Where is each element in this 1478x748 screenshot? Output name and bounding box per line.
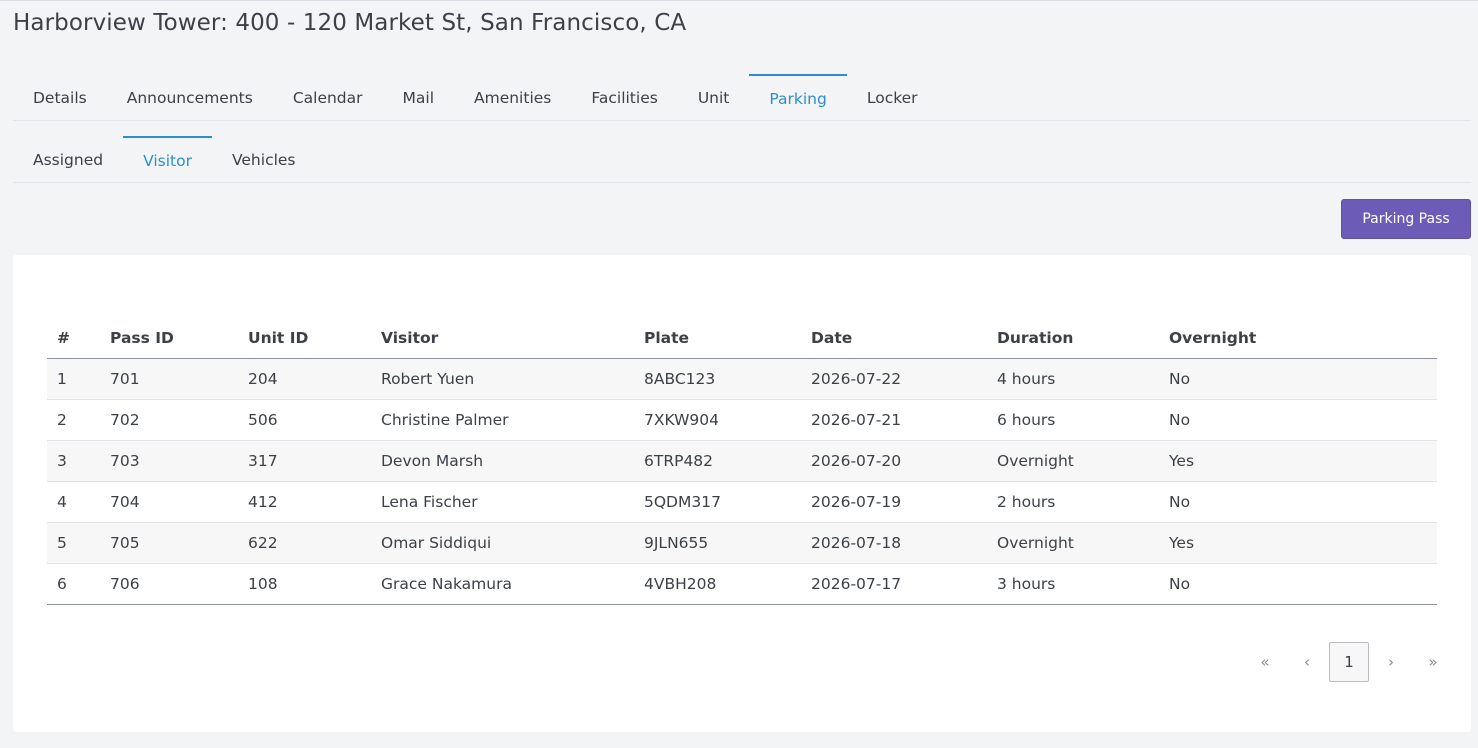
subtab-assigned[interactable]: Assigned xyxy=(13,136,123,182)
main-tab-bar: Details Announcements Calendar Mail Amen… xyxy=(13,74,1471,121)
tab-facilities[interactable]: Facilities xyxy=(571,74,677,120)
cell-unit-id: 506 xyxy=(238,399,371,441)
table-row[interactable]: 3 703 317 Devon Marsh 6TRP482 2026-07-20… xyxy=(47,440,1437,482)
cell-plate: 5QDM317 xyxy=(634,481,801,523)
cell-visitor: Grace Nakamura xyxy=(371,563,634,605)
cell-duration: 6 hours xyxy=(987,399,1159,441)
tab-amenities[interactable]: Amenities xyxy=(454,74,571,120)
top-divider xyxy=(0,0,1478,1)
subtab-vehicles[interactable]: Vehicles xyxy=(212,136,316,182)
cell-duration: 3 hours xyxy=(987,563,1159,605)
tab-locker[interactable]: Locker xyxy=(847,74,938,120)
cell-date: 2026-07-18 xyxy=(801,522,987,564)
cell-number: 2 xyxy=(47,399,100,441)
next-page-button[interactable]: › xyxy=(1371,642,1411,682)
cell-overnight: No xyxy=(1159,358,1437,400)
cell-date: 2026-07-22 xyxy=(801,358,987,400)
cell-date: 2026-07-20 xyxy=(801,440,987,482)
cell-visitor: Robert Yuen xyxy=(371,358,634,400)
cell-unit-id: 317 xyxy=(238,440,371,482)
cell-duration: 4 hours xyxy=(987,358,1159,400)
cell-visitor: Lena Fischer xyxy=(371,481,634,523)
cell-unit-id: 204 xyxy=(238,358,371,400)
cell-overnight: No xyxy=(1159,563,1437,605)
table-row[interactable]: 4 704 412 Lena Fischer 5QDM317 2026-07-1… xyxy=(47,481,1437,523)
cell-pass-id: 706 xyxy=(100,563,238,605)
cell-duration: 2 hours xyxy=(987,481,1159,523)
sub-tab-bar: Assigned Visitor Vehicles xyxy=(13,136,1471,183)
previous-page-button[interactable]: ‹ xyxy=(1287,642,1327,682)
column-header-visitor[interactable]: Visitor xyxy=(371,317,634,359)
column-header-number[interactable]: # xyxy=(47,317,100,359)
column-header-pass-id[interactable]: Pass ID xyxy=(100,317,238,359)
cell-number: 4 xyxy=(47,481,100,523)
cell-duration: Overnight xyxy=(987,522,1159,564)
cell-visitor: Omar Siddiqui xyxy=(371,522,634,564)
tab-parking[interactable]: Parking xyxy=(749,74,847,120)
visitor-passes-table: # Pass ID Unit ID Visitor Plate Date Dur… xyxy=(47,317,1437,605)
table-header-row: # Pass ID Unit ID Visitor Plate Date Dur… xyxy=(47,317,1437,359)
cell-date: 2026-07-17 xyxy=(801,563,987,605)
cell-pass-id: 703 xyxy=(100,440,238,482)
column-header-overnight[interactable]: Overnight xyxy=(1159,317,1437,359)
cell-overnight: Yes xyxy=(1159,522,1437,564)
column-header-unit-id[interactable]: Unit ID xyxy=(238,317,371,359)
table-row[interactable]: 2 702 506 Christine Palmer 7XKW904 2026-… xyxy=(47,399,1437,441)
cell-number: 6 xyxy=(47,563,100,605)
cell-overnight: No xyxy=(1159,399,1437,441)
page-title: Harborview Tower: 400 - 120 Market St, S… xyxy=(13,10,687,36)
tab-mail[interactable]: Mail xyxy=(383,74,454,120)
cell-visitor: Devon Marsh xyxy=(371,440,634,482)
cell-unit-id: 622 xyxy=(238,522,371,564)
first-page-button[interactable]: « xyxy=(1245,642,1285,682)
cell-plate: 8ABC123 xyxy=(634,358,801,400)
cell-pass-id: 702 xyxy=(100,399,238,441)
cell-pass-id: 704 xyxy=(100,481,238,523)
table-row[interactable]: 6 706 108 Grace Nakamura 4VBH208 2026-07… xyxy=(47,563,1437,605)
cell-plate: 9JLN655 xyxy=(634,522,801,564)
cell-visitor: Christine Palmer xyxy=(371,399,634,441)
cell-unit-id: 412 xyxy=(238,481,371,523)
cell-plate: 6TRP482 xyxy=(634,440,801,482)
cell-number: 5 xyxy=(47,522,100,564)
last-page-button[interactable]: » xyxy=(1413,642,1453,682)
cell-number: 3 xyxy=(47,440,100,482)
cell-plate: 4VBH208 xyxy=(634,563,801,605)
cell-pass-id: 701 xyxy=(100,358,238,400)
visitor-passes-card: # Pass ID Unit ID Visitor Plate Date Dur… xyxy=(13,255,1471,732)
cell-pass-id: 705 xyxy=(100,522,238,564)
tab-calendar[interactable]: Calendar xyxy=(273,74,383,120)
pagination: « ‹ 1 › » xyxy=(1243,642,1453,682)
cell-duration: Overnight xyxy=(987,440,1159,482)
cell-overnight: No xyxy=(1159,481,1437,523)
column-header-plate[interactable]: Plate xyxy=(634,317,801,359)
column-header-date[interactable]: Date xyxy=(801,317,987,359)
column-header-duration[interactable]: Duration xyxy=(987,317,1159,359)
table-row[interactable]: 5 705 622 Omar Siddiqui 9JLN655 2026-07-… xyxy=(47,522,1437,564)
tab-unit[interactable]: Unit xyxy=(678,74,750,120)
tab-announcements[interactable]: Announcements xyxy=(107,74,273,120)
parking-pass-button[interactable]: Parking Pass xyxy=(1341,199,1471,239)
current-page-button[interactable]: 1 xyxy=(1329,642,1369,682)
cell-overnight: Yes xyxy=(1159,440,1437,482)
tab-details[interactable]: Details xyxy=(13,74,107,120)
subtab-visitor[interactable]: Visitor xyxy=(123,136,212,182)
cell-date: 2026-07-21 xyxy=(801,399,987,441)
cell-number: 1 xyxy=(47,358,100,400)
cell-unit-id: 108 xyxy=(238,563,371,605)
cell-plate: 7XKW904 xyxy=(634,399,801,441)
cell-date: 2026-07-19 xyxy=(801,481,987,523)
table-row[interactable]: 1 701 204 Robert Yuen 8ABC123 2026-07-22… xyxy=(47,358,1437,400)
